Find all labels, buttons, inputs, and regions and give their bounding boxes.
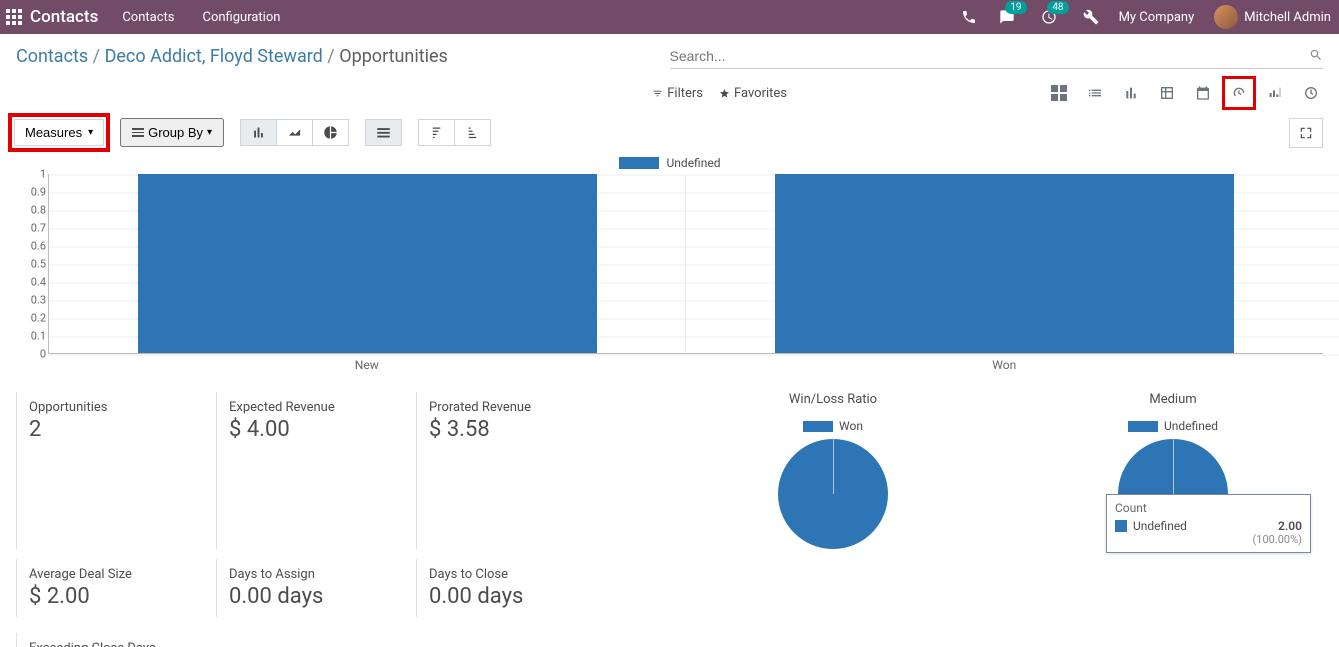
caret-down-icon: ▾ [88, 127, 93, 138]
bar-won[interactable] [686, 174, 1323, 353]
messages-badge: 19 [1005, 1, 1026, 14]
expand-icon[interactable] [1289, 118, 1323, 148]
pie-chart-icon[interactable] [313, 120, 348, 145]
kpi-opportunities[interactable]: Opportunities 2 [16, 392, 216, 549]
hamburger-icon [132, 126, 144, 139]
nav-configuration[interactable]: Configuration [202, 10, 280, 25]
breadcrumb-current: Opportunities [339, 46, 448, 67]
kpi-days-assign[interactable]: Days to Assign 0.00 days [216, 559, 416, 617]
sort-asc-icon[interactable] [455, 120, 490, 145]
favorites-button[interactable]: Favorites [719, 86, 787, 101]
activity-view-icon[interactable] [1299, 81, 1323, 105]
breadcrumb-partner[interactable]: Deco Addict, Floyd Steward [105, 46, 323, 67]
sort-desc-icon[interactable] [419, 120, 455, 145]
caret-down-icon: ▾ [207, 127, 212, 138]
control-panel: Contacts / Deco Addict, Floyd Steward / … [0, 34, 1339, 105]
main-bar-chart: Undefined 00.10.20.30.40.50.60.70.80.91 … [0, 156, 1339, 382]
kpi-exceeding[interactable]: Exceeding Close Days [16, 633, 216, 647]
kpi-row-2: Average Deal Size $ 2.00 Days to Assign … [0, 559, 1339, 627]
stacked-icon[interactable] [366, 120, 401, 145]
nav-contacts[interactable]: Contacts [122, 10, 174, 25]
phone-icon[interactable] [961, 9, 977, 25]
kanban-view-icon[interactable] [1047, 81, 1071, 105]
sort-group [418, 119, 491, 146]
messages-icon[interactable]: 19 [999, 9, 1015, 25]
line-chart-icon[interactable] [277, 120, 313, 145]
avatar [1214, 5, 1238, 29]
view-switcher [1047, 81, 1323, 105]
filters-button[interactable]: Filters [652, 86, 703, 101]
user-menu[interactable]: Mitchell Admin [1214, 5, 1331, 29]
cohort-view-icon[interactable] [1263, 81, 1287, 105]
winloss-chart: Win/Loss Ratio Won [683, 392, 983, 549]
list-view-icon[interactable] [1083, 81, 1107, 105]
company-name[interactable]: My Company [1119, 10, 1195, 25]
kpi-days-close[interactable]: Days to Close 0.00 days [416, 559, 616, 617]
app-brand[interactable]: Contacts [30, 7, 98, 27]
kpi-row-1: Opportunities 2 Expected Revenue $ 4.00 … [0, 382, 1339, 559]
chart-tooltip: Count Undefined 2.00 (100.00%) [1106, 494, 1311, 553]
breadcrumb-contacts[interactable]: Contacts [16, 46, 88, 67]
legend-swatch [619, 157, 659, 169]
groupby-button[interactable]: Group By ▾ [120, 118, 224, 147]
dashboard-toolbar: Measures ▾ Group By ▾ [0, 105, 1339, 156]
breadcrumb: Contacts / Deco Addict, Floyd Steward / … [16, 46, 670, 67]
activities-badge: 48 [1047, 1, 1068, 14]
bar-new[interactable] [49, 174, 686, 353]
graph-view-icon[interactable] [1119, 81, 1143, 105]
pivot-view-icon[interactable] [1155, 81, 1179, 105]
apps-icon[interactable] [0, 9, 28, 25]
winloss-pie[interactable] [778, 439, 888, 549]
search-icon[interactable] [1309, 48, 1323, 66]
calendar-view-icon[interactable] [1191, 81, 1215, 105]
stack-group [365, 119, 402, 146]
medium-chart: Medium Undefined Count Undefined 2.00 (1… [1023, 392, 1323, 549]
tools-icon[interactable] [1083, 9, 1099, 25]
bar-chart-icon[interactable] [241, 120, 277, 145]
navbar: Contacts Contacts Configuration 19 48 My… [0, 0, 1339, 34]
activities-icon[interactable]: 48 [1041, 9, 1057, 25]
kpi-row-3: Exceeding Close Days [0, 627, 1339, 647]
dashboard-view-icon[interactable] [1227, 81, 1251, 105]
measures-button[interactable]: Measures ▾ [14, 119, 104, 146]
user-name: Mitchell Admin [1244, 10, 1331, 25]
legend-label: Undefined [667, 156, 721, 170]
kpi-expected-revenue[interactable]: Expected Revenue $ 4.00 [216, 392, 416, 549]
kpi-prorated-revenue[interactable]: Prorated Revenue $ 3.58 [416, 392, 616, 549]
kpi-avg-deal[interactable]: Average Deal Size $ 2.00 [16, 559, 216, 617]
chart-type-group [240, 119, 349, 146]
search-input[interactable] [670, 44, 1324, 68]
